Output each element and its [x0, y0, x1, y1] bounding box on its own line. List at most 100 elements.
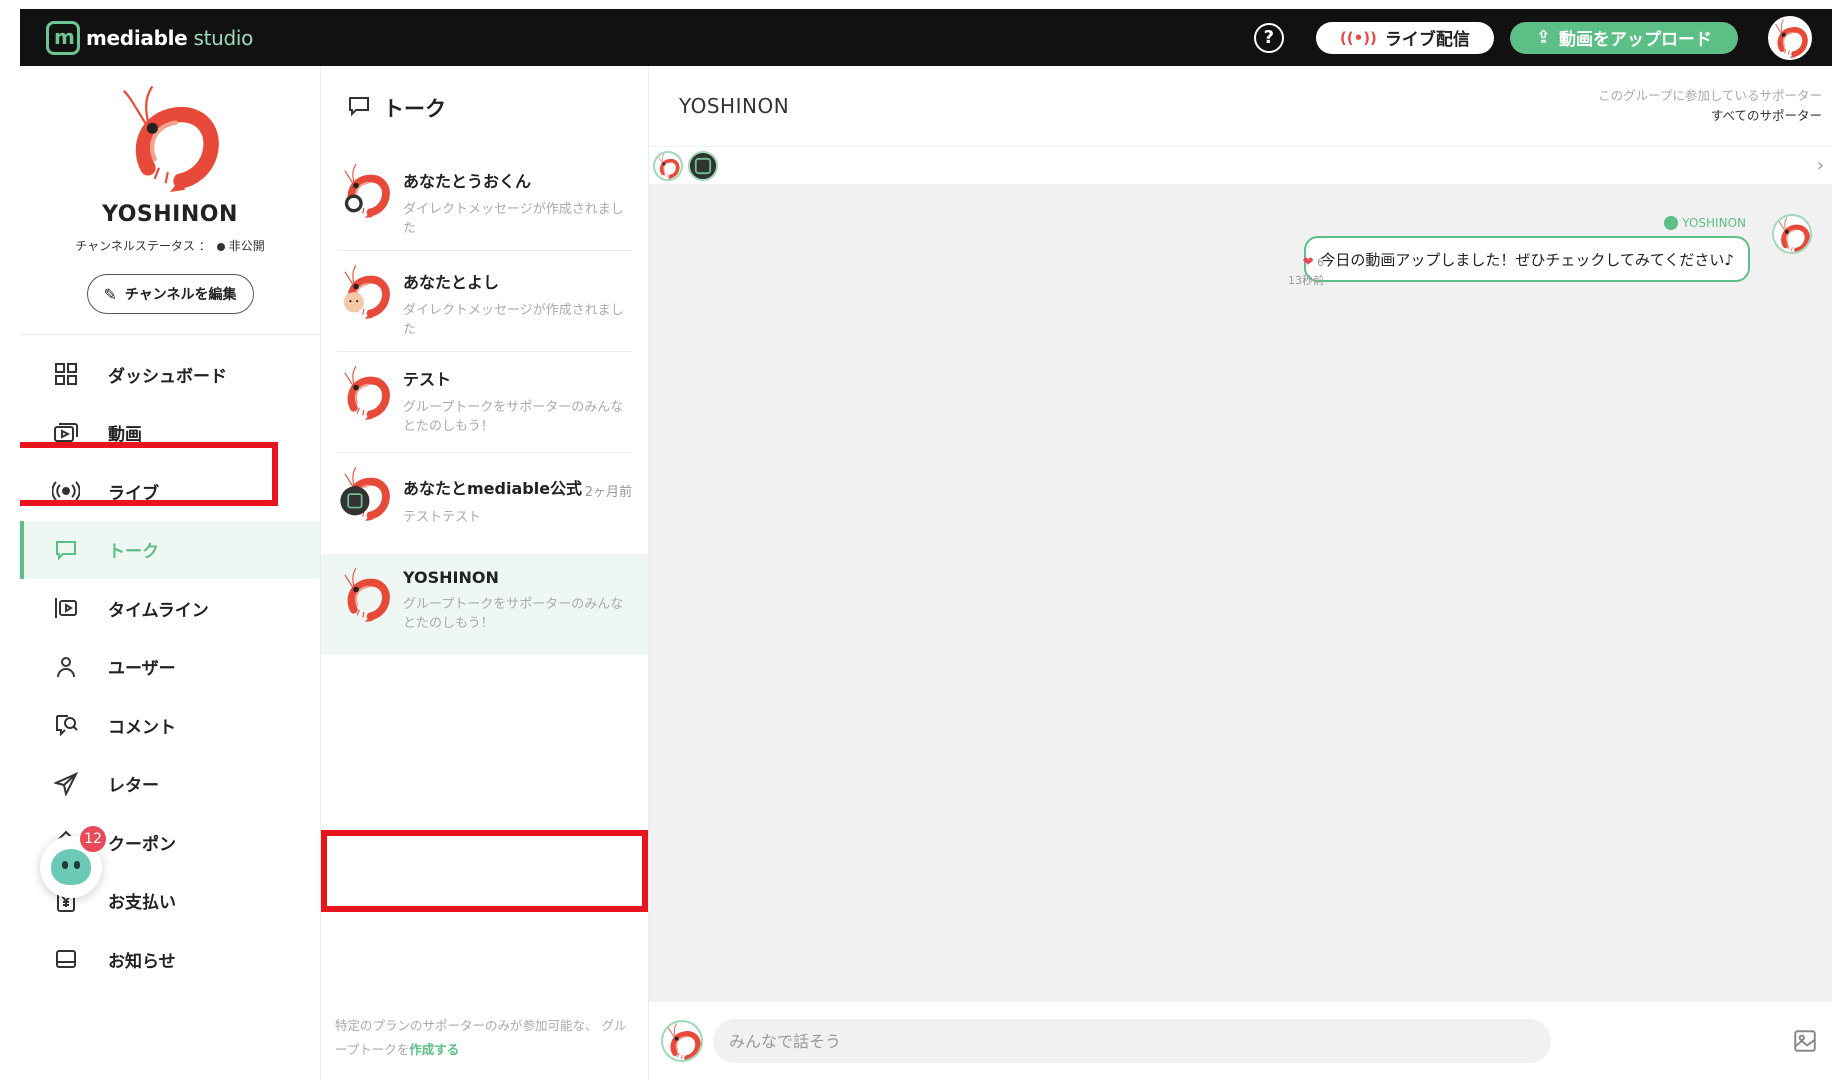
- upload-video-label: 動画をアップロード: [1559, 30, 1712, 50]
- sidebar-item-comments[interactable]: コメント: [20, 696, 320, 755]
- create-group-talk-link[interactable]: 作成する: [409, 1042, 459, 1057]
- timeline-icon: [50, 592, 82, 624]
- message-likes: 6: [1317, 256, 1324, 269]
- channel-status-value: 非公開: [228, 239, 265, 253]
- shrimp-avatar-icon: [337, 162, 393, 218]
- live-stream-label: ライブ配信: [1384, 30, 1470, 50]
- edit-channel-button[interactable]: ✎ チャンネルを編集: [86, 274, 254, 314]
- chat-title: YOSHINON: [679, 94, 790, 118]
- channel-name: YOSHINON: [102, 202, 238, 227]
- channel-profile: YOSHINON チャンネルステータス ： 非公開 ✎ チャンネルを編集: [20, 66, 320, 314]
- talk-item[interactable]: あなたとよし ダイレクトメッセージが作成されました: [321, 251, 648, 352]
- talk-subtitle: グループトークをサポーターのみんなとたのしもう！: [403, 400, 624, 434]
- supporter-badge-icon: [1664, 216, 1679, 230]
- message-sender: YOSHINON: [1664, 216, 1746, 230]
- comment-icon: [50, 709, 82, 741]
- sidebar-item-label: レター: [108, 776, 159, 797]
- live-icon: [50, 475, 82, 507]
- support-bot-button[interactable]: 12: [40, 824, 108, 898]
- create-group-talk-hint: 特定のプランのサポーターのみが参加可能な、 グループトークを作成する: [321, 1000, 649, 1080]
- message-avatar: [1772, 214, 1812, 254]
- talk-title: YOSHINON: [403, 568, 499, 587]
- talk-subtitle: ダイレクトメッセージが作成されました: [403, 303, 624, 337]
- talk-subtitle: グループトークをサポーターのみんなとたのしもう！: [403, 597, 624, 631]
- talk-item[interactable]: あなたとうおくん ダイレクトメッセージが作成されました: [321, 150, 648, 251]
- upload-video-button[interactable]: ⇪ 動画をアップロード: [1509, 21, 1738, 54]
- edit-channel-label: チャンネルを編集: [124, 287, 237, 303]
- live-stream-button[interactable]: ((•)) ライブ配信: [1315, 21, 1494, 54]
- sidebar-item-dashboard[interactable]: ダッシュボード: [20, 345, 320, 404]
- talk-subtitle: ダイレクトメッセージが作成されました: [403, 202, 624, 236]
- user-icon: [50, 651, 82, 683]
- talk-item[interactable]: テスト グループトークをサポーターのみんなとたのしもう！: [321, 352, 648, 453]
- talk-title: あなたとうおくん: [403, 172, 532, 191]
- group-members-info: このグループに参加しているサポーター すべてのサポーター: [1598, 86, 1822, 126]
- sidebar-item-letter[interactable]: レター: [20, 755, 320, 814]
- talk-list-title: トーク: [383, 97, 446, 121]
- talk-avatar: [337, 566, 393, 622]
- heart-icon[interactable]: ❤: [1303, 255, 1314, 270]
- talk-avatar: [337, 263, 393, 319]
- channel-status: チャンネルステータス ： 非公開: [20, 237, 320, 254]
- talk-avatar: [337, 364, 393, 420]
- talk-title: テスト: [403, 370, 452, 389]
- sidebar-item-live[interactable]: ライブ: [20, 462, 320, 521]
- sidebar-item-label: 動画: [108, 425, 142, 446]
- message-input[interactable]: [713, 1019, 1551, 1063]
- video-icon: [50, 417, 82, 449]
- chevron-right-icon[interactable]: ›: [1817, 155, 1824, 176]
- talk-title: あなたとmediable公式: [403, 479, 583, 498]
- talk-title: あなたとよし: [403, 273, 500, 292]
- mediable-logo-icon: [694, 157, 712, 174]
- image-upload-icon[interactable]: [1792, 1028, 1818, 1058]
- message-sender-name: YOSHINON: [1682, 216, 1746, 230]
- top-bar: mediable studio ? ((•)) ライブ配信 ⇪ 動画をアップロー…: [20, 9, 1832, 66]
- sidebar: YOSHINON チャンネルステータス ： 非公開 ✎ チャンネルを編集 ダッシュ…: [20, 66, 321, 1080]
- brand-logo-icon: [46, 20, 80, 55]
- message-bubble[interactable]: 今日の動画アップしました！ぜひチェックしてみてください♪: [1304, 236, 1750, 282]
- sidebar-item-timeline[interactable]: タイムライン: [20, 579, 320, 638]
- talk-time: 2ヶ月前: [584, 485, 632, 500]
- talk-item[interactable]: あなたとmediable公式 2ヶ月前 テストテスト: [321, 453, 648, 554]
- help-icon[interactable]: ?: [1253, 22, 1284, 53]
- talk-icon: [50, 534, 82, 566]
- members-row[interactable]: ›: [649, 146, 1832, 184]
- shrimp-avatar-icon: [1770, 18, 1810, 58]
- letter-icon: [50, 768, 82, 800]
- broadcast-icon: ((•)): [1339, 28, 1377, 47]
- sidebar-item-video[interactable]: 動画: [20, 404, 320, 463]
- sidebar-item-users[interactable]: ユーザー: [20, 638, 320, 697]
- channel-status-label: チャンネルステータス ：: [75, 239, 211, 253]
- sidebar-item-talk[interactable]: トーク: [20, 520, 320, 579]
- talk-item-selected[interactable]: YOSHINON グループトークをサポーターのみんなとたのしもう！: [321, 554, 648, 655]
- brand[interactable]: mediable studio: [46, 20, 253, 55]
- sidebar-item-label: コメント: [108, 717, 176, 738]
- talk-list-panel: トーク あなたとうおくん ダイレクトメッセージが作成されました あなたとよし ダ…: [321, 66, 649, 1080]
- shrimp-avatar-icon: [655, 152, 680, 179]
- talk-list-header: トーク: [321, 66, 648, 150]
- shrimp-avatar-icon: [1774, 216, 1812, 254]
- talk-subtitle: テストテスト: [403, 510, 482, 525]
- notice-icon: [50, 943, 82, 975]
- member-avatar[interactable]: [653, 150, 683, 181]
- sidebar-divider: [20, 334, 320, 335]
- sidebar-item-label: トーク: [108, 542, 159, 563]
- chat-panel: YOSHINON このグループに参加しているサポーター すべてのサポーター › …: [649, 66, 1832, 1080]
- shrimp-avatar-icon: [337, 465, 393, 521]
- sidebar-item-label: クーポン: [108, 834, 176, 855]
- talk-avatar: [337, 162, 393, 218]
- shrimp-avatar-icon: [663, 1022, 703, 1062]
- member-avatar[interactable]: [688, 150, 718, 181]
- brand-suffix: studio: [187, 25, 254, 50]
- sidebar-item-label: ダッシュボード: [108, 366, 227, 387]
- account-avatar[interactable]: [1768, 15, 1812, 60]
- sidebar-item-label: タイムライン: [108, 600, 209, 621]
- status-dot-icon: [216, 242, 225, 251]
- sidebar-item-notice[interactable]: お知らせ: [20, 930, 320, 989]
- shrimp-avatar-icon: [337, 364, 393, 420]
- members-caption: このグループに参加しているサポーター: [1598, 88, 1822, 103]
- sidebar-item-label: お知らせ: [108, 951, 176, 972]
- create-group-talk-text: 特定のプランのサポーターのみが参加可能な、 グループトークを: [335, 1018, 627, 1057]
- brand-text: mediable studio: [86, 26, 253, 50]
- sidebar-item-label: お支払い: [108, 893, 176, 914]
